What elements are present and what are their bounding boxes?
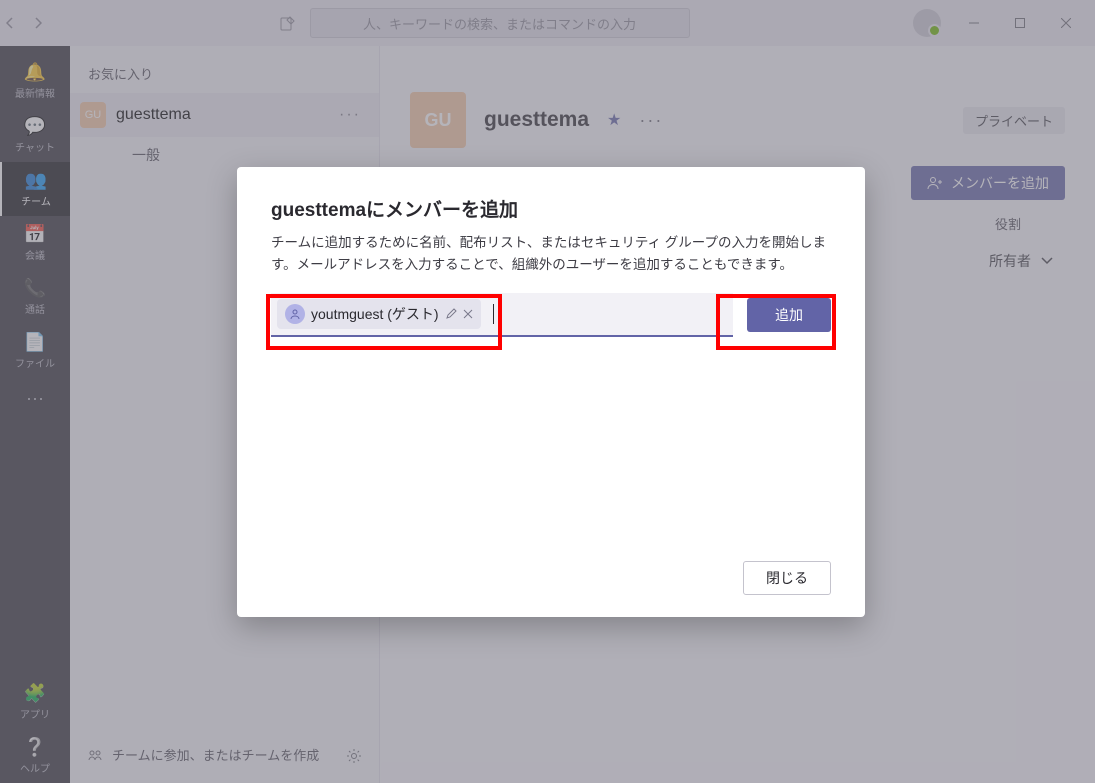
dialog-description: チームに追加するために名前、配布リスト、またはセキュリティ グループの入力を開始… — [271, 232, 831, 275]
member-chip-label: youtmguest (ゲスト) — [311, 304, 439, 324]
edit-chip-icon[interactable] — [445, 308, 457, 320]
member-input[interactable]: youtmguest (ゲスト) — [271, 293, 733, 337]
guest-avatar-icon — [285, 304, 305, 324]
add-member-dialog: guesttemaにメンバーを追加 チームに追加するために名前、配布リスト、また… — [237, 167, 865, 617]
member-chip[interactable]: youtmguest (ゲスト) — [277, 299, 481, 329]
dialog-add-button[interactable]: 追加 — [747, 298, 831, 332]
dialog-close-button[interactable]: 閉じる — [743, 561, 831, 595]
remove-chip-icon[interactable] — [463, 309, 473, 319]
dialog-input-row: youtmguest (ゲスト) 追加 — [271, 293, 831, 337]
text-caret — [493, 304, 494, 324]
dialog-title: guesttemaにメンバーを追加 — [271, 195, 831, 222]
